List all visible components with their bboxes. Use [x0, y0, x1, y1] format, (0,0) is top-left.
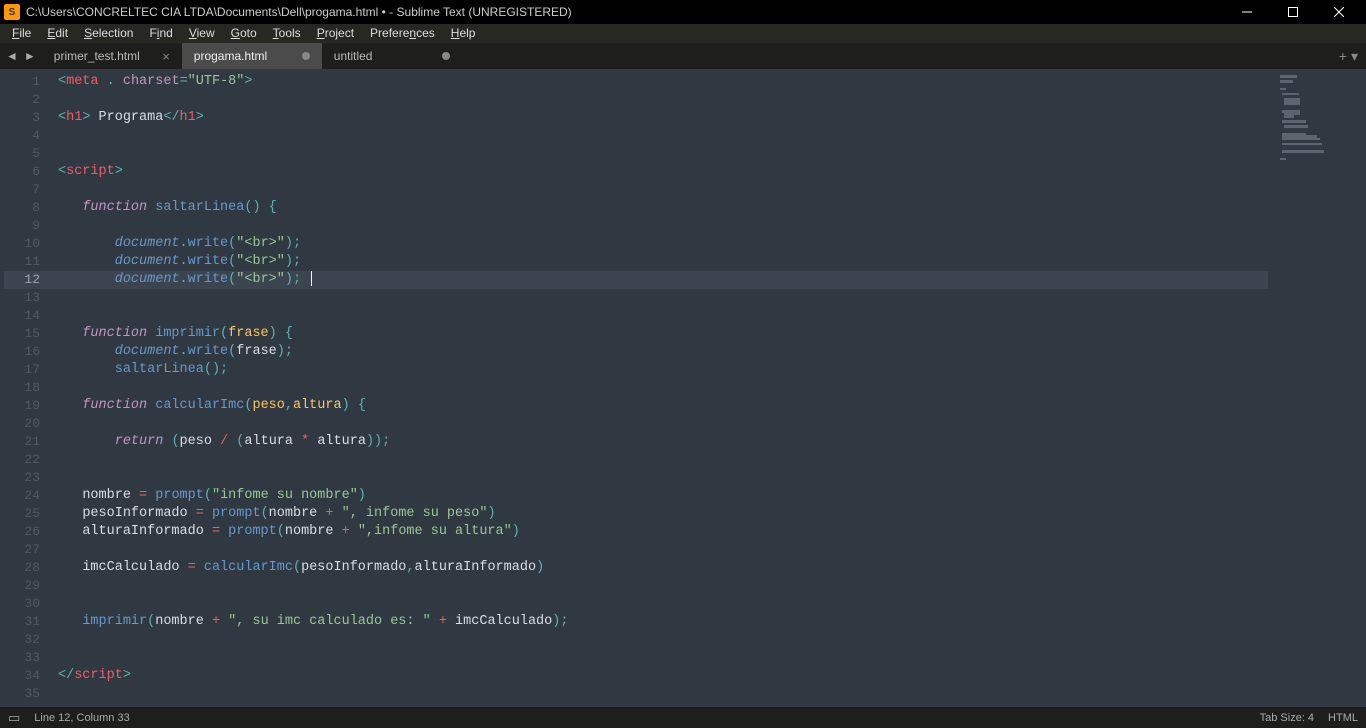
status-bar: ▭ Line 12, Column 33 Tab Size: 4 HTML [0, 707, 1366, 728]
title-bar: S C:\Users\CONCRELTEC CIA LTDA\Documents… [0, 0, 1366, 24]
tab-close-icon[interactable]: × [162, 49, 170, 64]
status-syntax[interactable]: HTML [1328, 712, 1358, 724]
tab-dirty-icon [442, 52, 450, 60]
tab-menu-icon[interactable]: ▾ [1351, 48, 1358, 65]
tab-nav: ◄ ► [0, 43, 42, 69]
tab-primer-test[interactable]: primer_test.html × [42, 43, 182, 69]
tab-label: progama.html [194, 49, 267, 63]
menu-edit[interactable]: Edit [39, 24, 76, 42]
app-icon: S [4, 4, 20, 20]
tab-bar: ◄ ► primer_test.html × progama.html unti… [0, 43, 1366, 69]
menu-project[interactable]: Project [309, 24, 362, 42]
menu-file[interactable]: File [4, 24, 39, 42]
minimap[interactable] [1276, 69, 1366, 707]
tab-dirty-icon [302, 52, 310, 60]
menu-goto[interactable]: Goto [223, 24, 265, 42]
editor-area: 1234567891011121314151617181920212223242… [0, 69, 1366, 707]
new-tab-icon[interactable]: + [1339, 48, 1347, 64]
window-title: C:\Users\CONCRELTEC CIA LTDA\Documents\D… [26, 5, 1224, 19]
tab-untitled[interactable]: untitled [322, 43, 462, 69]
tab-extra: + ▾ [1331, 43, 1366, 69]
menu-preferences[interactable]: Preferences [362, 24, 443, 42]
menu-tools[interactable]: Tools [265, 24, 309, 42]
tab-forward-icon[interactable]: ► [24, 49, 36, 63]
menu-view[interactable]: View [181, 24, 223, 42]
tab-label: untitled [334, 49, 373, 63]
panel-switcher-icon[interactable]: ▭ [8, 710, 20, 726]
tab-back-icon[interactable]: ◄ [6, 49, 18, 63]
menu-bar: File Edit Selection Find View Goto Tools… [0, 24, 1366, 43]
minimize-button[interactable] [1224, 0, 1270, 24]
status-tab-size[interactable]: Tab Size: 4 [1260, 712, 1314, 724]
close-button[interactable] [1316, 0, 1362, 24]
menu-find[interactable]: Find [141, 24, 180, 42]
menu-help[interactable]: Help [443, 24, 484, 42]
gutter[interactable]: 1234567891011121314151617181920212223242… [0, 69, 50, 707]
menu-selection[interactable]: Selection [76, 24, 141, 42]
tab-label: primer_test.html [54, 49, 140, 63]
status-position[interactable]: Line 12, Column 33 [34, 712, 129, 724]
code-editor[interactable]: <meta . charset="UTF-8"> <h1> Programa</… [50, 69, 1276, 707]
maximize-button[interactable] [1270, 0, 1316, 24]
tab-progama[interactable]: progama.html [182, 43, 322, 69]
